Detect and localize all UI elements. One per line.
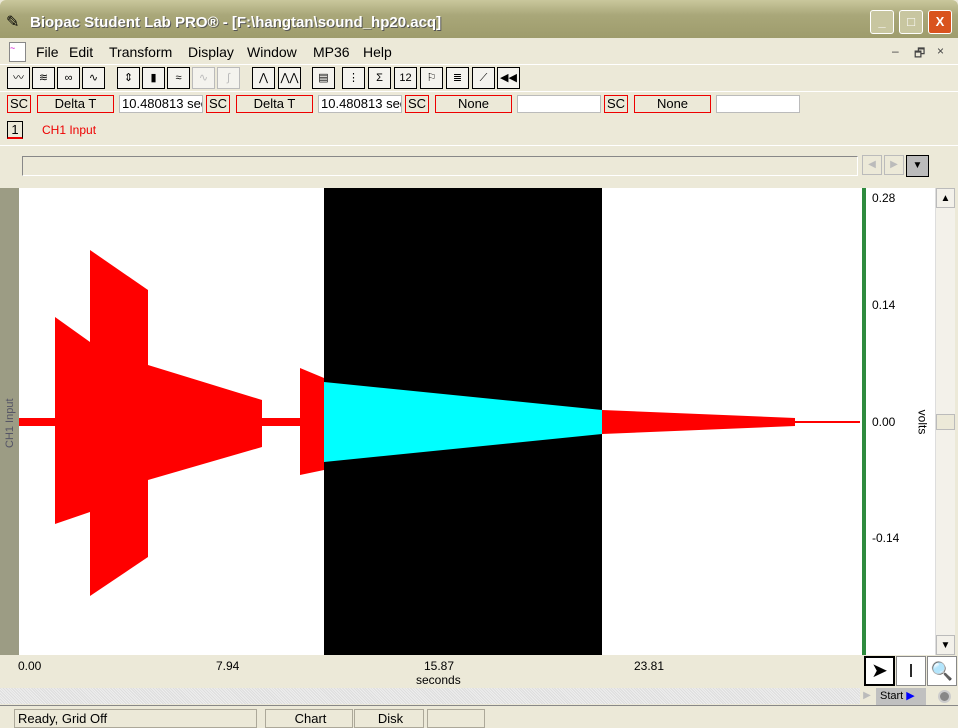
x-tick-label: 23.81 [634, 659, 665, 673]
status-text: Ready, Grid Off [14, 709, 257, 728]
x-tick-label: 7.94 [216, 659, 240, 673]
close-button[interactable]: X [928, 10, 952, 34]
print-icon[interactable]: ▤ [312, 67, 335, 89]
start-button[interactable]: Start ▶ [876, 688, 926, 705]
scale-icon[interactable]: ≈ [167, 67, 190, 89]
measurement-value: 10.480813 sec [318, 95, 402, 113]
measurement-channel-button[interactable]: SC [7, 95, 31, 113]
app-icon: ✎ [6, 14, 20, 31]
waveform-segment [262, 418, 300, 426]
x-tick-label: 15.87 [424, 659, 455, 673]
minimize-button[interactable]: _ [870, 10, 894, 34]
fft-icon[interactable]: ∿ [82, 67, 105, 89]
menu-edit[interactable]: Edit [69, 44, 93, 60]
window-title: Biopac Student Lab PRO® - [F:\hangtan\so… [30, 14, 442, 31]
measurement-type-select[interactable]: None [435, 95, 512, 113]
horizontal-scroll-track[interactable] [22, 156, 858, 176]
record-indicator-icon [938, 690, 951, 703]
x-axis-unit: seconds [416, 673, 461, 687]
scroll-right-icon[interactable]: ▶ [884, 155, 904, 175]
waveform-segment [300, 368, 324, 475]
waveform-plot[interactable] [19, 188, 862, 655]
grid-icon[interactable]: ⋮ [342, 67, 365, 89]
xy-icon[interactable]: ∞ [57, 67, 80, 89]
waveform-segment [148, 365, 262, 480]
scroll-left-icon[interactable]: ◀ [862, 155, 882, 175]
arrow-tool-icon[interactable]: ➤ [864, 656, 895, 686]
measurement-type-select[interactable]: None [634, 95, 711, 113]
bottom-scroll-track[interactable] [0, 688, 860, 704]
measurement-channel-button[interactable]: SC [604, 95, 628, 113]
document-icon: ~ [9, 42, 26, 62]
measurement-channel-button[interactable]: SC [405, 95, 429, 113]
ibeam-tool-icon[interactable]: I [896, 656, 926, 686]
measurement-value [716, 95, 800, 113]
mdi-minimize-button[interactable]: – [892, 44, 899, 58]
maximize-button[interactable]: □ [899, 10, 923, 34]
peaks-icon[interactable]: ⋀⋀ [278, 67, 301, 89]
measurement-channel-button[interactable]: SC [206, 95, 230, 113]
menu-display[interactable]: Display [188, 44, 234, 60]
overlap-icon[interactable]: 〰 [7, 67, 30, 89]
mdi-close-button[interactable]: × [937, 44, 944, 58]
disabled-wave-icon[interactable]: ∿ [192, 67, 215, 89]
status-extra [427, 709, 485, 728]
disabled-xy-icon[interactable]: ∫ [217, 67, 240, 89]
play-icon: ▶ [906, 690, 915, 702]
mdi-restore-button[interactable]: 🗗 [914, 44, 925, 65]
measurement-value: 10.480813 sec [119, 95, 203, 113]
measurement-type-select[interactable]: Delta T [236, 95, 313, 113]
start-label: Start [880, 690, 904, 702]
sigma-icon[interactable]: Σ [368, 67, 391, 89]
waveform-segment [90, 250, 148, 596]
vertical-channel-label: CH1 Input [4, 398, 16, 448]
y-tick-label: 0.00 [872, 415, 896, 429]
x-tick-label: 0.00 [18, 659, 42, 673]
channel-label[interactable]: CH1 Input [42, 123, 96, 137]
measurement-value [517, 95, 601, 113]
y-tick-label: 0.14 [872, 298, 896, 312]
split-icon[interactable]: ≋ [32, 67, 55, 89]
journal-icon[interactable]: ≣ [446, 67, 469, 89]
peak-icon[interactable]: ⋀ [252, 67, 275, 89]
waveform-segment [795, 421, 860, 423]
bottom-scroll-right-icon[interactable]: ▶ [858, 688, 876, 704]
menu-transform[interactable]: Transform [109, 44, 172, 60]
status-disk: Disk [354, 709, 424, 728]
waveform-svg[interactable] [19, 188, 862, 655]
menu-file[interactable]: File [36, 44, 59, 60]
vertical-scrollbar[interactable]: ▲ ▼ [935, 188, 955, 655]
menu-help[interactable]: Help [363, 44, 392, 60]
waveform-segment [602, 410, 795, 434]
waveform-segment [55, 317, 90, 524]
waveform-segment [19, 418, 55, 426]
status-chart: Chart [265, 709, 353, 728]
scroll-thumb [936, 414, 955, 430]
menu-mp36[interactable]: MP36 [313, 44, 350, 60]
numbers-icon[interactable]: 12 [394, 67, 417, 89]
chart-icon[interactable]: ⟋ [472, 67, 495, 89]
menu-window[interactable]: Window [247, 44, 297, 60]
dropdown-icon[interactable]: ▼ [906, 155, 929, 177]
autoscale-icon[interactable]: ⇕ [117, 67, 140, 89]
zoom-tool-icon[interactable]: 🔍 [927, 656, 957, 686]
y-axis-unit: volts [915, 409, 930, 435]
bars-icon[interactable]: ▮ [142, 67, 165, 89]
y-tick-label: -0.14 [872, 531, 900, 545]
channel-number-button[interactable]: 1 [7, 121, 23, 139]
flag-icon[interactable]: ⚐ [420, 67, 443, 89]
y-tick-label: 0.28 [872, 191, 896, 205]
measurement-type-select[interactable]: Delta T [37, 95, 114, 113]
rewind-icon[interactable]: ◀◀ [497, 67, 520, 89]
